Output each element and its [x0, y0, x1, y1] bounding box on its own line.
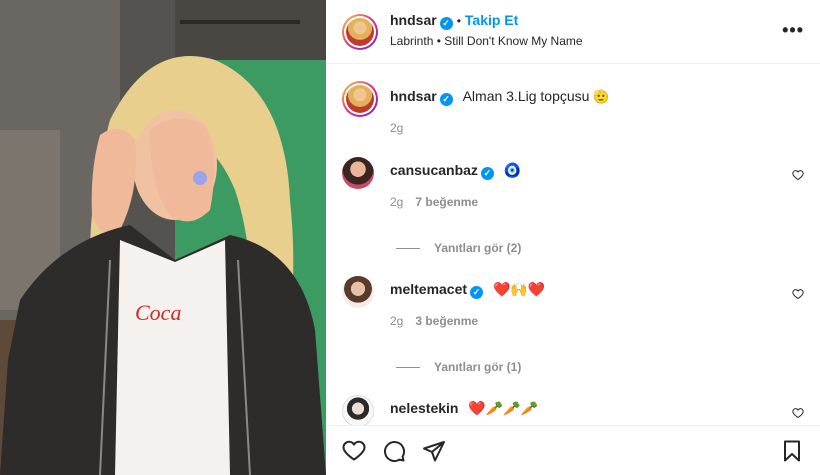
comment-meta: 2g 7 beğenme — [390, 195, 478, 209]
comment-like-count[interactable]: 3 beğenme — [415, 314, 478, 328]
view-replies-label: Yanıtları gör (1) — [434, 360, 522, 374]
caption-text: Alman 3.Lig topçusu — [462, 88, 590, 104]
comments-list[interactable]: hndsar ✓ Alman 3.Lig topçusu 🫡 2g cansuca… — [326, 65, 820, 425]
comment-like-heart-icon[interactable] — [792, 288, 804, 300]
follow-button[interactable]: Takip Et — [465, 12, 518, 28]
comment-item: cansucanbaz ✓ 🧿 2g 7 beğenme Yanıtları gör… — [342, 155, 804, 255]
comment-item: meltemacet ✓ ❤️🙌❤️ 2g 3 beğenme Yanıtları … — [342, 274, 804, 374]
comment-text: ❤️🙌❤️ — [492, 281, 546, 297]
more-options-icon[interactable]: ••• — [782, 20, 804, 41]
replies-divider — [396, 248, 420, 250]
comment-username[interactable]: cansucanbaz — [390, 162, 478, 178]
comment-like-heart-icon[interactable] — [792, 407, 804, 419]
view-replies-button[interactable]: Yanıtları gör (1) — [396, 360, 521, 374]
comment-time: 2g — [390, 195, 404, 209]
caption-username[interactable]: hndsar — [390, 88, 437, 104]
author-line: hndsar ✓ • Takip Et — [390, 12, 518, 30]
view-replies-label: Yanıtları gör (2) — [434, 241, 522, 255]
caption-avatar[interactable] — [342, 81, 378, 117]
comment-time: 2g — [390, 314, 404, 328]
commenter-avatar[interactable] — [342, 157, 374, 189]
verified-badge-icon: ✓ — [439, 17, 453, 30]
comment-like-heart-icon[interactable] — [792, 169, 804, 181]
heart-icon[interactable] — [342, 439, 366, 463]
comment-like-count[interactable]: 7 beğenme — [415, 195, 478, 209]
view-replies-button[interactable]: Yanıtları gör (2) — [396, 241, 521, 255]
verified-badge-icon: ✓ — [470, 286, 484, 299]
comment-text: ❤️🥕🥕🥕 — [468, 400, 539, 416]
author-username[interactable]: hndsar — [390, 12, 437, 28]
verified-badge-icon: ✓ — [480, 167, 494, 180]
post-action-bar — [326, 425, 820, 475]
caption-time: 2g — [390, 121, 404, 135]
comment-item: nelestekin ❤️🥕🥕🥕 — [342, 393, 804, 425]
share-icon[interactable] — [422, 439, 446, 463]
audio-track-link[interactable]: Labrinth • Still Don't Know My Name — [390, 34, 583, 48]
post-header: hndsar ✓ • Takip Et Labrinth • Still Don't … — [326, 0, 820, 64]
svg-text:Coca: Coca — [135, 300, 181, 325]
bookmark-icon[interactable] — [780, 439, 804, 463]
comment-text: 🧿 — [503, 162, 522, 178]
author-avatar[interactable] — [342, 14, 378, 50]
comment-icon[interactable] — [382, 439, 406, 463]
post-side-panel: hndsar ✓ • Takip Et Labrinth • Still Don't … — [326, 0, 820, 475]
verified-badge-icon: ✓ — [439, 93, 453, 106]
saluting-face-emoji: 🫡 — [593, 89, 610, 104]
caption: hndsar ✓ Alman 3.Lig topçusu 🫡 2g — [342, 81, 804, 141]
photo-illustration: Coca — [0, 0, 326, 475]
comment-meta: 2g 3 beğenme — [390, 314, 478, 328]
separator-dot: • — [456, 14, 461, 28]
commenter-avatar[interactable] — [342, 276, 374, 308]
comment-username[interactable]: nelestekin — [390, 400, 458, 416]
post-photo[interactable]: Coca — [0, 0, 326, 475]
replies-divider — [396, 367, 420, 369]
commenter-avatar[interactable] — [342, 395, 374, 425]
comment-username[interactable]: meltemacet — [390, 281, 467, 297]
